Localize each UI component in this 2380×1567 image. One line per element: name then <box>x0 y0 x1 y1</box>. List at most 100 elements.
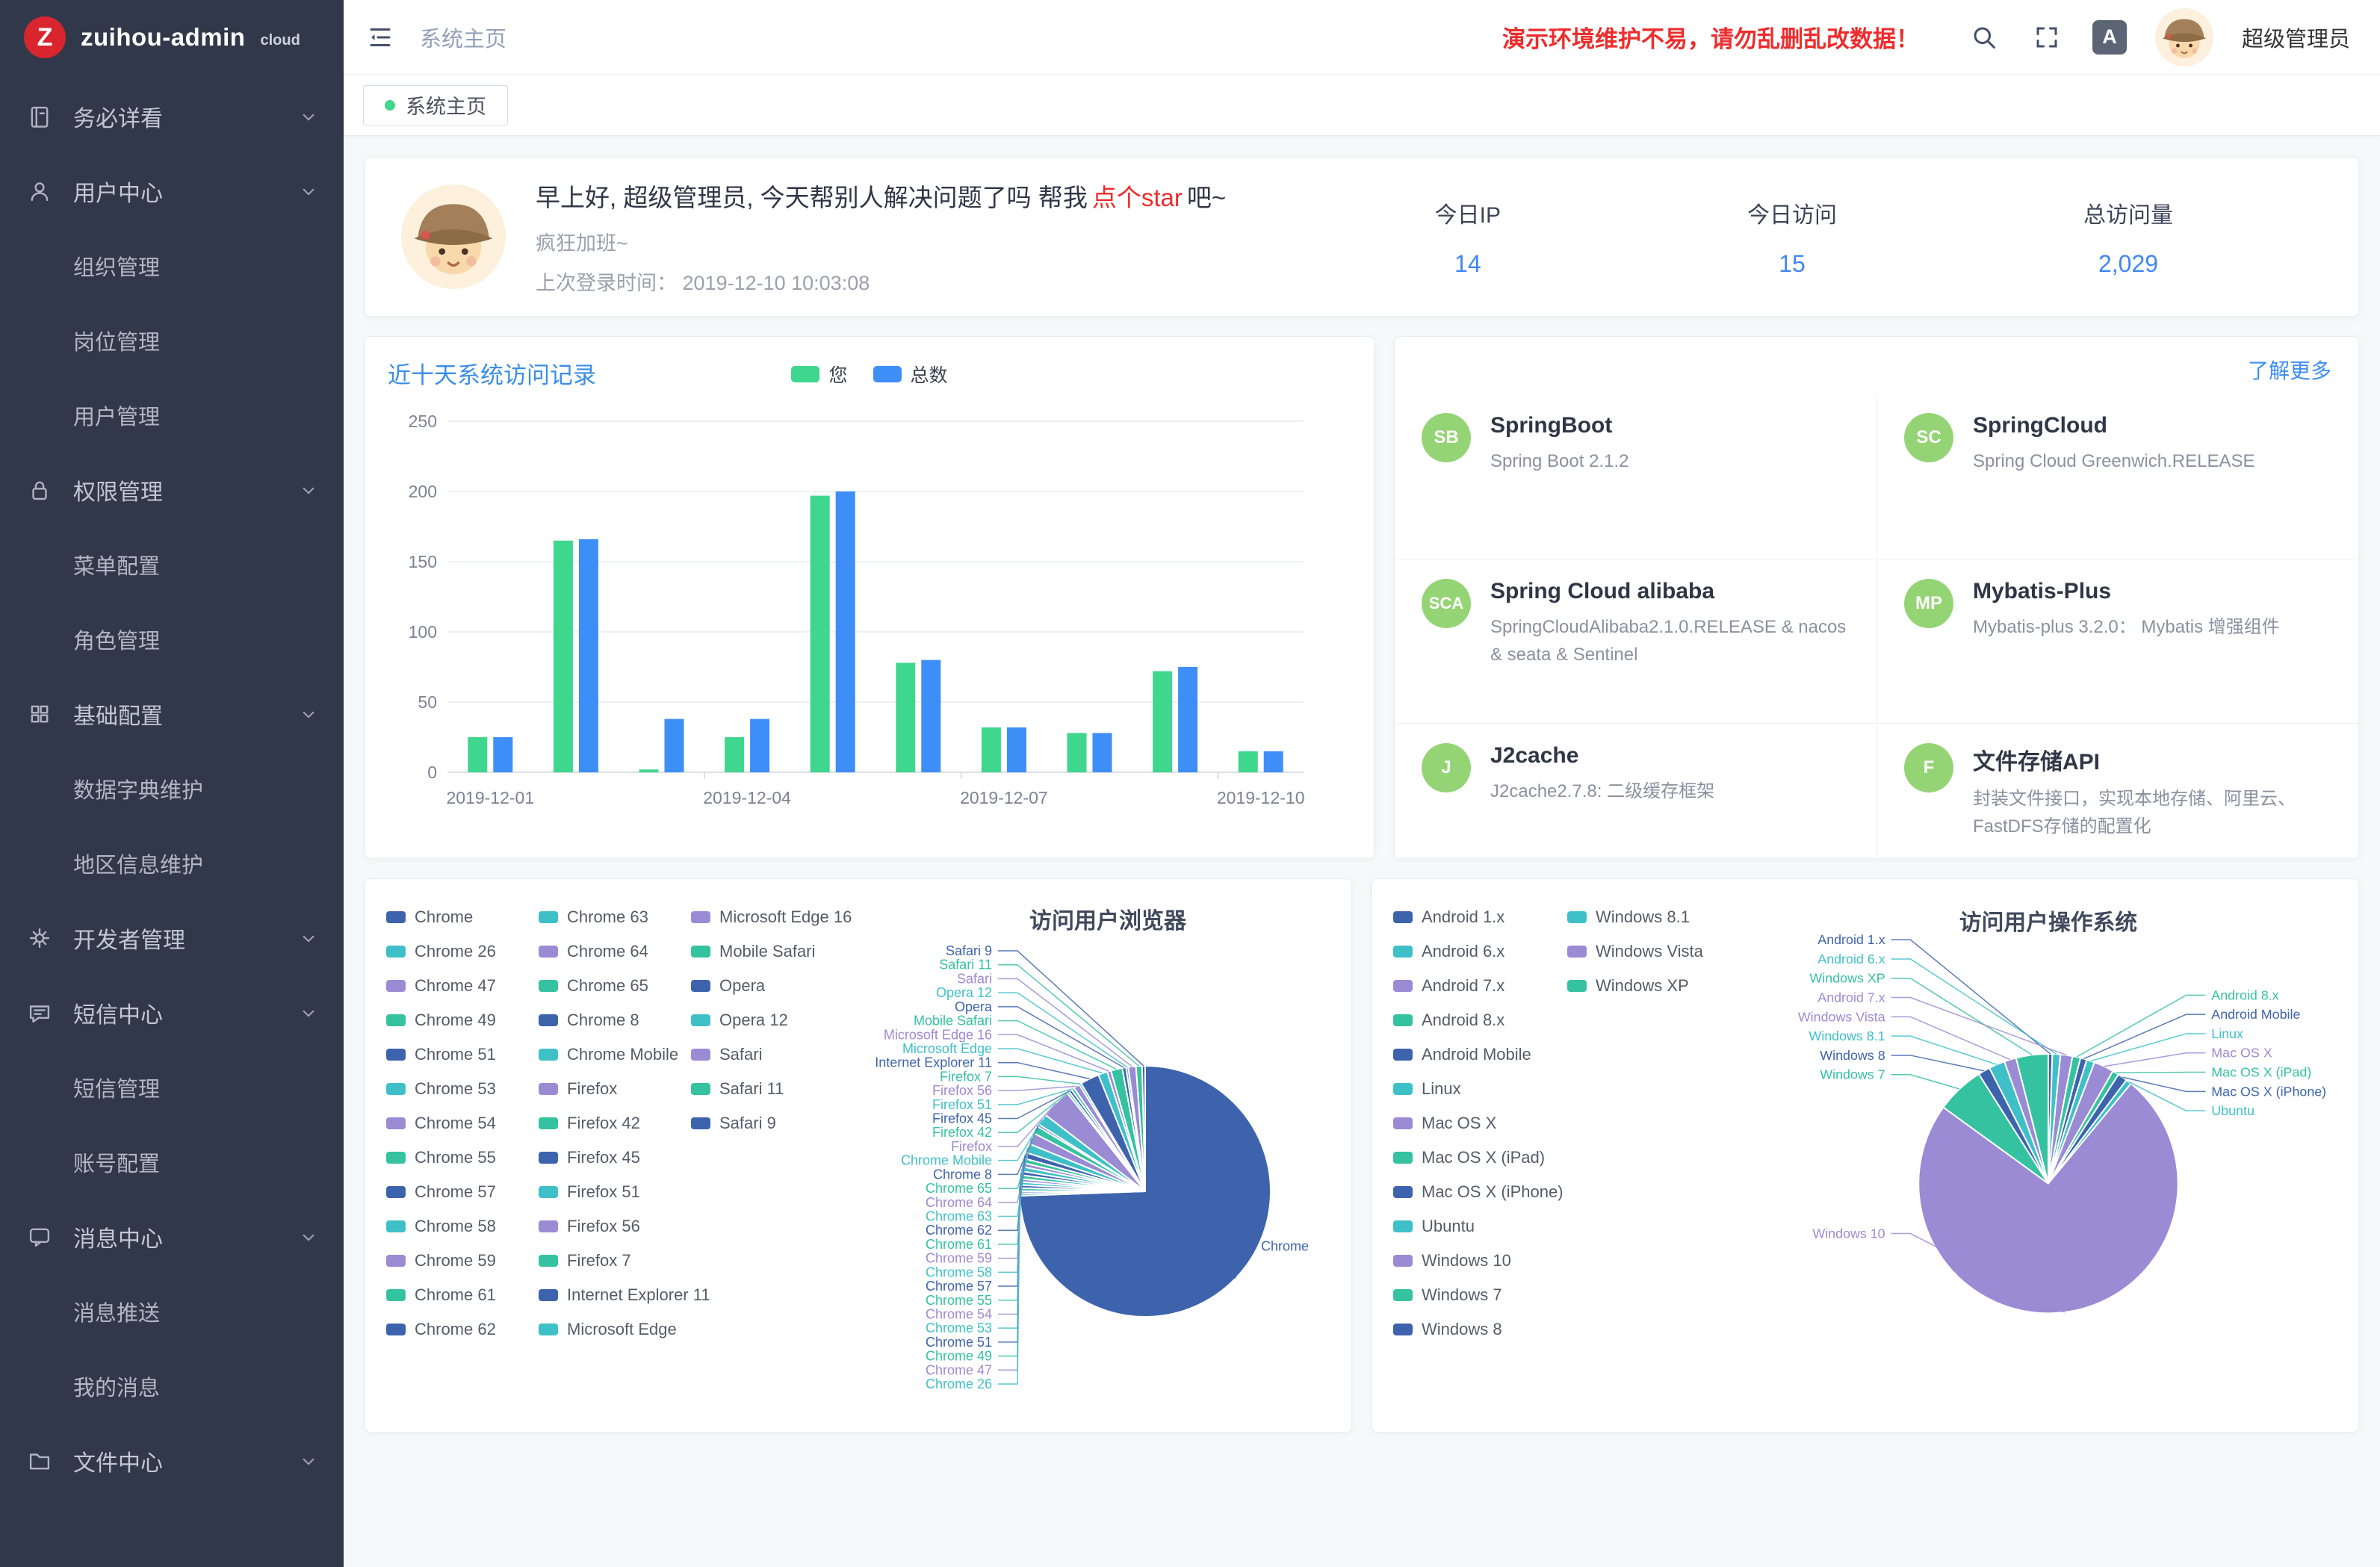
sidebar-item-file-center[interactable]: 文件中心 <box>0 1424 344 1498</box>
legend-item-android-6.x[interactable]: Android 6.x <box>1393 934 1567 969</box>
sidebar-item-post-management[interactable]: 岗位管理 <box>0 303 344 378</box>
star-link[interactable]: 点个star <box>1092 184 1183 211</box>
sidebar-item-user-center[interactable]: 用户中心 <box>0 154 344 229</box>
legend-item-chrome-8[interactable]: Chrome 8 <box>539 1003 691 1037</box>
sidebar-item-dict-maintain[interactable]: 数据字典维护 <box>0 751 344 826</box>
legend-item-chrome-63[interactable]: Chrome 63 <box>539 900 691 934</box>
sidebar-item-menu-config[interactable]: 菜单配置 <box>0 527 344 602</box>
legend-item-firefox-51[interactable]: Firefox 51 <box>539 1175 691 1209</box>
learn-more-link[interactable]: 了解更多 <box>2248 355 2331 385</box>
legend-item-chrome-51[interactable]: Chrome 51 <box>386 1037 539 1072</box>
bar-总数-2019-12-09[interactable] <box>1178 667 1197 772</box>
legend-item-chrome-55[interactable]: Chrome 55 <box>386 1141 539 1175</box>
bar-您-2019-12-08[interactable] <box>1067 733 1087 772</box>
bar-legend-item-1[interactable]: 总数 <box>873 361 948 388</box>
sidebar-item-message-push[interactable]: 消息推送 <box>0 1274 344 1349</box>
bar-您-2019-12-02[interactable] <box>554 541 573 772</box>
legend-item-firefox-45[interactable]: Firefox 45 <box>539 1141 691 1175</box>
bar-总数-2019-12-05[interactable] <box>836 491 855 772</box>
sidebar-item-my-messages[interactable]: 我的消息 <box>0 1349 344 1424</box>
legend-item-chrome-65[interactable]: Chrome 65 <box>539 969 691 1003</box>
bar-您-2019-12-03[interactable] <box>639 769 659 772</box>
legend-item-android-1.x[interactable]: Android 1.x <box>1393 900 1567 934</box>
legend-item-windows-10[interactable]: Windows 10 <box>1393 1244 1567 1278</box>
app-logo[interactable]: Z zuihou-admin cloud <box>0 0 344 75</box>
legend-item-chrome-49[interactable]: Chrome 49 <box>386 1003 539 1037</box>
sidebar-item-developer[interactable]: 开发者管理 <box>0 901 344 975</box>
user-avatar[interactable] <box>2155 8 2213 66</box>
sidebar-item-sms-center[interactable]: 短信中心 <box>0 975 344 1050</box>
bar-您-2019-12-10[interactable] <box>1239 751 1258 772</box>
bar-您-2019-12-05[interactable] <box>811 496 830 772</box>
legend-item-chrome-58[interactable]: Chrome 58 <box>386 1209 539 1244</box>
legend-item-chrome-47[interactable]: Chrome 47 <box>386 969 539 1003</box>
sidebar-item-area-maintain[interactable]: 地区信息维护 <box>0 826 344 901</box>
legend-item-opera-12[interactable]: Opera 12 <box>691 1003 843 1037</box>
bar-总数-2019-12-08[interactable] <box>1093 733 1112 772</box>
legend-item-microsoft-edge-16[interactable]: Microsoft Edge 16 <box>691 900 843 934</box>
username[interactable]: 超级管理员 <box>2242 22 2350 53</box>
legend-item-windows-7[interactable]: Windows 7 <box>1393 1278 1567 1312</box>
sidebar-item-user-management[interactable]: 用户管理 <box>0 378 344 453</box>
font-size-icon[interactable]: A <box>2092 20 2127 55</box>
bar-您-2019-12-01[interactable] <box>468 737 487 772</box>
fullscreen-icon[interactable] <box>2030 20 2064 55</box>
bar-总数-2019-12-04[interactable] <box>750 719 769 772</box>
collapse-sidebar-icon[interactable] <box>363 20 397 55</box>
legend-item-chrome-62[interactable]: Chrome 62 <box>386 1312 539 1347</box>
legend-item-windows-xp[interactable]: Windows XP <box>1567 969 1741 1003</box>
legend-item-chrome-54[interactable]: Chrome 54 <box>386 1106 539 1141</box>
legend-item-chrome-59[interactable]: Chrome 59 <box>386 1244 539 1278</box>
bar-您-2019-12-04[interactable] <box>725 737 744 772</box>
bar-总数-2019-12-06[interactable] <box>921 660 940 772</box>
legend-item-safari-9[interactable]: Safari 9 <box>691 1106 843 1141</box>
legend-item-android-mobile[interactable]: Android Mobile <box>1393 1037 1567 1072</box>
legend-item-chrome-64[interactable]: Chrome 64 <box>539 934 691 969</box>
bar-您-2019-12-07[interactable] <box>982 727 1001 772</box>
legend-item-chrome-26[interactable]: Chrome 26 <box>386 934 539 969</box>
legend-item-windows-vista[interactable]: Windows Vista <box>1567 934 1741 969</box>
legend-item-chrome-61[interactable]: Chrome 61 <box>386 1278 539 1312</box>
bar-总数-2019-12-10[interactable] <box>1264 751 1283 772</box>
sidebar-item-account-config[interactable]: 账号配置 <box>0 1125 344 1200</box>
sidebar-item-role-management[interactable]: 角色管理 <box>0 602 344 677</box>
legend-item-firefox[interactable]: Firefox <box>539 1072 691 1106</box>
bar-您-2019-12-09[interactable] <box>1153 671 1172 772</box>
legend-item-mac-os-x[interactable]: Mac OS X <box>1393 1106 1567 1141</box>
legend-item-ubuntu[interactable]: Ubuntu <box>1393 1209 1567 1244</box>
legend-item-mobile-safari[interactable]: Mobile Safari <box>691 934 843 969</box>
bar-总数-2019-12-01[interactable] <box>493 737 512 772</box>
legend-item-safari[interactable]: Safari <box>691 1037 843 1072</box>
bar-总数-2019-12-02[interactable] <box>579 539 598 772</box>
sidebar-item-message-center[interactable]: 消息中心 <box>0 1200 344 1274</box>
legend-item-firefox-42[interactable]: Firefox 42 <box>539 1106 691 1141</box>
breadcrumb[interactable]: 系统主页 <box>420 22 506 53</box>
legend-item-mac-os-x-iphone-[interactable]: Mac OS X (iPhone) <box>1393 1175 1567 1209</box>
legend-item-windows-8.1[interactable]: Windows 8.1 <box>1567 900 1741 934</box>
legend-item-mac-os-x-ipad-[interactable]: Mac OS X (iPad) <box>1393 1141 1567 1175</box>
bar-总数-2019-12-03[interactable] <box>665 719 684 772</box>
legend-item-linux[interactable]: Linux <box>1393 1072 1567 1106</box>
sidebar-item-base-config[interactable]: 基础配置 <box>0 677 344 751</box>
legend-item-firefox-7[interactable]: Firefox 7 <box>539 1244 691 1278</box>
sidebar-item-permission[interactable]: 权限管理 <box>0 453 344 527</box>
legend-item-chrome-mobile[interactable]: Chrome Mobile <box>539 1037 691 1072</box>
legend-item-chrome-57[interactable]: Chrome 57 <box>386 1175 539 1209</box>
legend-item-android-7.x[interactable]: Android 7.x <box>1393 969 1567 1003</box>
search-icon[interactable] <box>1967 20 2001 55</box>
legend-item-chrome-53[interactable]: Chrome 53 <box>386 1072 539 1106</box>
legend-item-chrome[interactable]: Chrome <box>386 900 539 934</box>
sidebar-item-org-management[interactable]: 组织管理 <box>0 229 344 303</box>
legend-item-firefox-56[interactable]: Firefox 56 <box>539 1209 691 1244</box>
legend-item-windows-8[interactable]: Windows 8 <box>1393 1312 1567 1347</box>
bar-legend-item-0[interactable]: 您 <box>791 361 847 388</box>
legend-item-android-8.x[interactable]: Android 8.x <box>1393 1003 1567 1037</box>
bar-您-2019-12-06[interactable] <box>896 663 915 772</box>
bar-总数-2019-12-07[interactable] <box>1007 727 1026 772</box>
legend-item-internet-explorer-11[interactable]: Internet Explorer 11 <box>539 1278 691 1312</box>
sidebar-item-must-read[interactable]: 务必详看 <box>0 79 344 154</box>
legend-item-opera[interactable]: Opera <box>691 969 843 1003</box>
legend-item-microsoft-edge[interactable]: Microsoft Edge <box>539 1312 691 1347</box>
legend-item-safari-11[interactable]: Safari 11 <box>691 1072 843 1106</box>
tab-home[interactable]: 系统主页 <box>363 85 508 125</box>
